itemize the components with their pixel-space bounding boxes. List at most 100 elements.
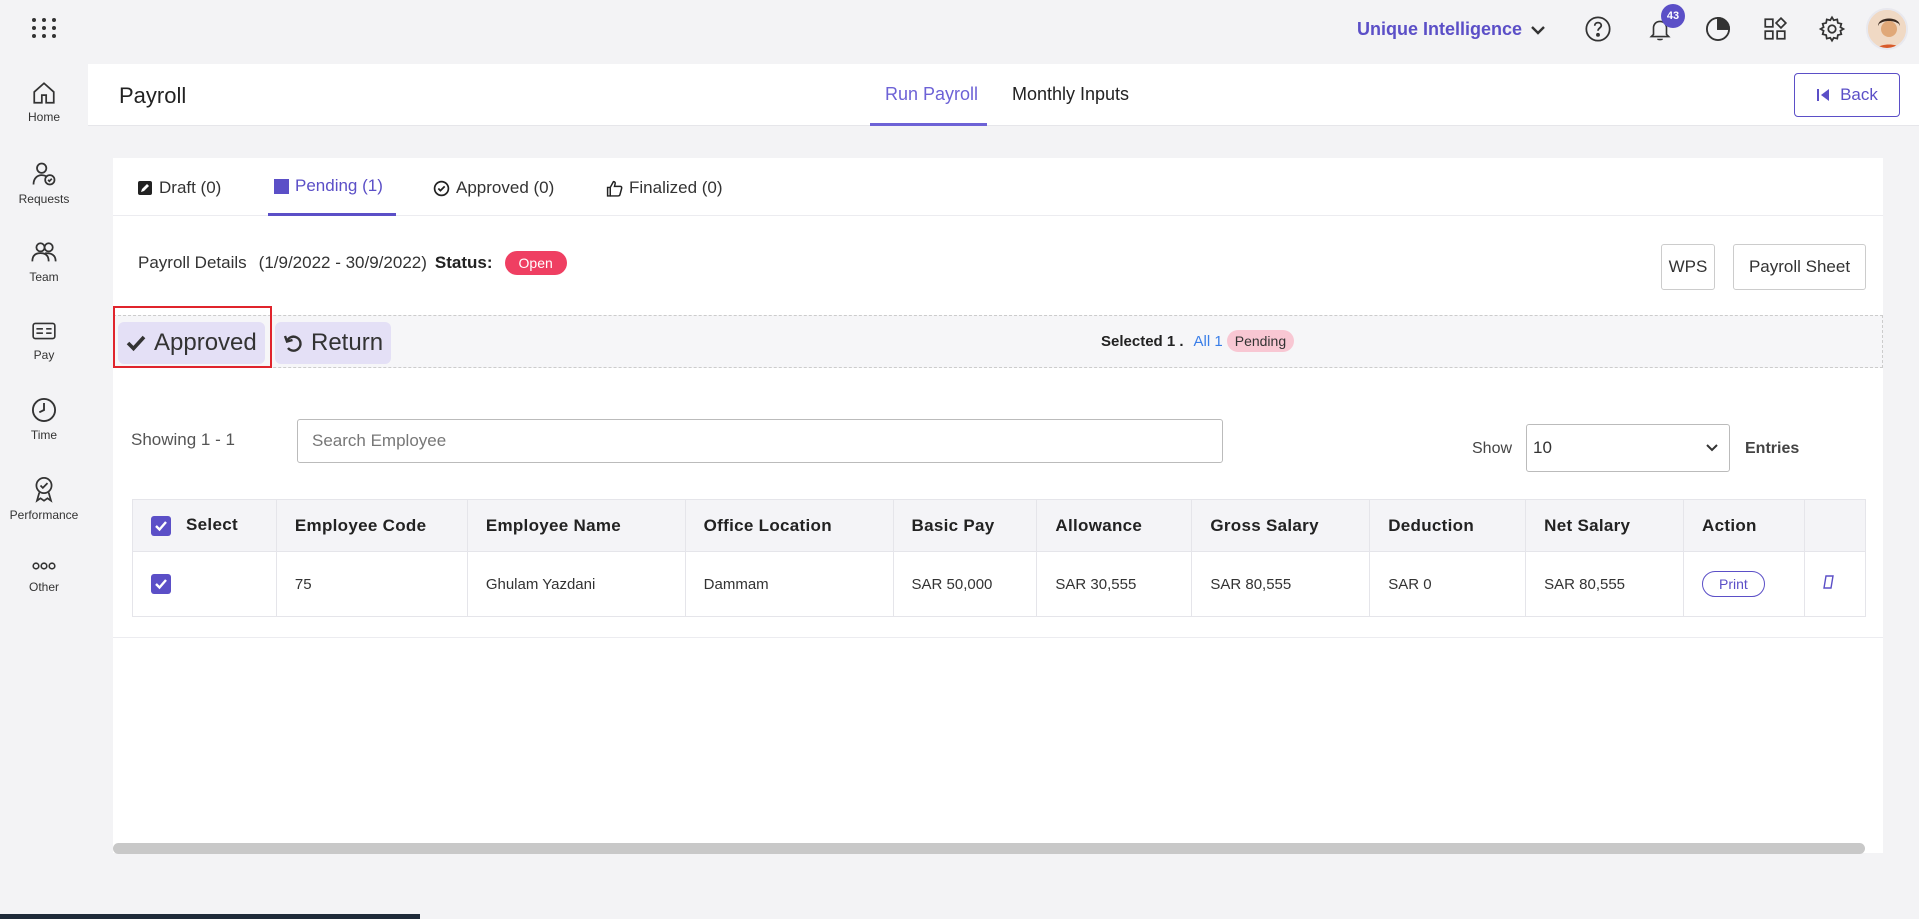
company-name: Unique Intelligence: [1357, 19, 1523, 39]
team-icon: [31, 242, 57, 262]
office-location: Dammam: [684, 551, 894, 617]
performance-icon: [35, 477, 53, 503]
thumbs-up-icon: [606, 180, 623, 197]
tab-monthly-inputs[interactable]: Monthly Inputs: [1012, 84, 1129, 105]
tab-label: Approved (0): [456, 178, 555, 197]
notification-bell[interactable]: 43: [1645, 4, 1685, 44]
employee-name: Ghulam Yazdani: [466, 551, 686, 617]
bulk-action-bar: Approved Return: [113, 315, 1883, 368]
check-circle-icon: [433, 180, 450, 196]
sidebar-item-requests[interactable]: Requests: [0, 160, 88, 206]
widgets-icon[interactable]: [1760, 14, 1790, 44]
col-gross-salary[interactable]: Gross Salary: [1191, 499, 1371, 552]
return-button[interactable]: Return: [275, 322, 392, 364]
selected-count: Selected 1 .: [1101, 332, 1184, 350]
details-label: Payroll Details: [138, 253, 247, 272]
payroll-sheet-button[interactable]: Payroll Sheet: [1733, 244, 1866, 290]
deduction: SAR 0: [1369, 551, 1527, 617]
extra-cell: [1803, 551, 1867, 617]
table-header-row: Select Employee Code Employee Name Offic…: [132, 499, 1867, 552]
col-employee-name[interactable]: Employee Name: [466, 499, 686, 552]
notification-badge: 43: [1661, 4, 1685, 28]
tab-finalized[interactable]: Finalized (0): [606, 178, 723, 198]
col-select: Select: [132, 499, 277, 552]
show-label: Show: [1472, 440, 1513, 457]
action-cell: Print: [1683, 551, 1805, 617]
col-office-location[interactable]: Office Location: [684, 499, 894, 552]
active-tab-indicator: [870, 123, 987, 126]
status-badge: Open: [504, 251, 567, 275]
table-row: 75 Ghulam Yazdani Dammam SAR 50,000 SAR …: [132, 551, 1867, 617]
sidebar-item-label: Other: [28, 580, 59, 594]
undo-icon: [283, 335, 302, 352]
page-title: Payroll: [119, 83, 187, 108]
pay-icon: [32, 322, 56, 340]
tab-label: Draft (0): [159, 178, 222, 197]
payroll-period: (1/9/2022 - 30/9/2022): [258, 253, 427, 272]
home-icon: [33, 82, 55, 104]
chevron-down-icon: [1706, 444, 1718, 452]
selection-info: Selected 1 . All 1 Pending: [1101, 330, 1295, 352]
select-all-link[interactable]: All 1: [1194, 333, 1223, 350]
showing-count: Showing 1 - 1: [131, 430, 235, 449]
edit-icon: [138, 181, 152, 195]
pending-badge: Pending: [1226, 330, 1295, 352]
entries-select[interactable]: 10: [1526, 424, 1730, 472]
sidebar-item-label: Home: [27, 110, 60, 124]
employee-table: Select Employee Code Employee Name Offic…: [132, 499, 1867, 617]
col-net-salary[interactable]: Net Salary: [1525, 499, 1685, 552]
tab-run-payroll[interactable]: Run Payroll: [885, 84, 978, 105]
clock-icon: [31, 397, 57, 423]
active-subtab-indicator: [268, 213, 396, 216]
col-allowance[interactable]: Allowance: [1036, 499, 1193, 552]
wps-button[interactable]: WPS: [1661, 244, 1715, 290]
sidebar-item-team[interactable]: Team: [0, 238, 88, 284]
taskbar-strip: [0, 914, 420, 919]
sidebar-item-home[interactable]: Home: [0, 80, 88, 124]
tab-approved[interactable]: Approved (0): [433, 178, 554, 198]
print-button[interactable]: Print: [1702, 571, 1765, 597]
status-tabs: Draft (0) Pending (1) Approved (0) Final…: [113, 158, 1883, 216]
square-icon: [274, 178, 289, 194]
col-header-label: Select: [186, 515, 238, 535]
back-button[interactable]: Back: [1794, 73, 1900, 117]
employee-code: 75: [275, 551, 468, 617]
tab-label: Pending (1): [295, 176, 383, 195]
sidebar-item-performance[interactable]: Performance: [0, 474, 88, 522]
sidebar-item-label: Team: [29, 270, 59, 284]
sidebar-item-label: Requests: [18, 192, 70, 206]
help-icon[interactable]: [1583, 14, 1613, 44]
col-basic-pay[interactable]: Basic Pay: [892, 499, 1038, 552]
select-all-checkbox[interactable]: [151, 515, 171, 536]
expand-icon[interactable]: [1823, 575, 1835, 589]
return-label: Return: [311, 329, 384, 356]
back-label: Back: [1840, 85, 1878, 104]
divider: [113, 637, 1883, 638]
tab-pending[interactable]: Pending (1): [274, 176, 383, 196]
tab-label: Finalized (0): [629, 178, 723, 197]
sidebar-item-other[interactable]: Other: [0, 556, 88, 594]
highlight-box: [113, 306, 272, 368]
pie-chart-icon[interactable]: [1703, 14, 1733, 44]
chevron-down-icon: [1531, 25, 1545, 35]
back-icon: [1817, 89, 1830, 101]
gear-icon[interactable]: [1817, 14, 1847, 44]
col-deduction[interactable]: Deduction: [1369, 499, 1527, 552]
gross-salary: SAR 80,555: [1191, 551, 1371, 617]
page-header: Payroll Run Payroll Monthly Inputs Back: [88, 64, 1919, 126]
sidebar-item-pay[interactable]: Pay: [0, 318, 88, 362]
horizontal-scrollbar[interactable]: [113, 843, 1865, 854]
search-input[interactable]: [297, 419, 1223, 463]
tab-draft[interactable]: Draft (0): [137, 178, 221, 198]
avatar[interactable]: [1866, 8, 1908, 50]
status-label: Status:: [434, 253, 493, 272]
net-salary: SAR 80,555: [1525, 551, 1685, 617]
apps-grid-icon[interactable]: [28, 14, 56, 42]
sidebar-item-label: Performance: [9, 508, 79, 522]
sidebar-item-label: Pay: [33, 348, 55, 362]
row-checkbox[interactable]: [151, 574, 171, 594]
company-switcher[interactable]: Unique Intelligence: [1357, 19, 1546, 40]
sidebar-item-time[interactable]: Time: [0, 396, 88, 442]
sidebar: Home Requests Team Pay Time Performance …: [0, 0, 88, 919]
col-employee-code[interactable]: Employee Code: [275, 499, 468, 552]
